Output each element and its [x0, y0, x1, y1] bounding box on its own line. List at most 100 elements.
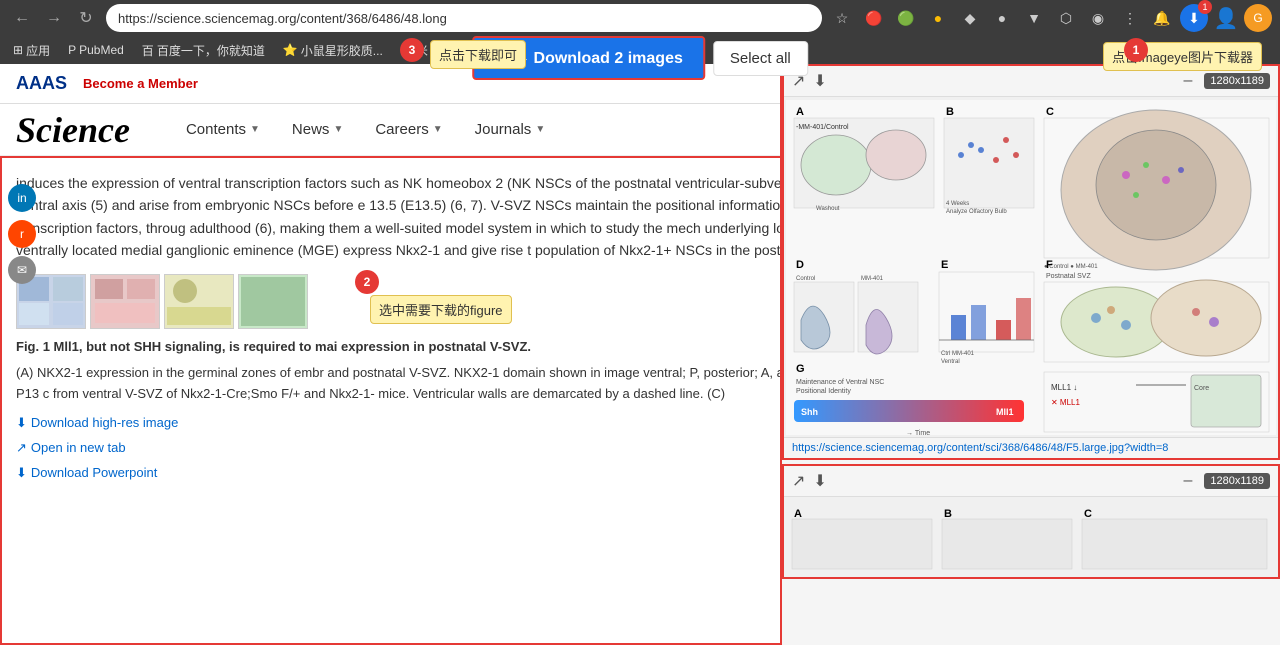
- minimize-button-2[interactable]: –: [1177, 470, 1198, 492]
- image-url-1: https://science.sciencemag.org/content/s…: [784, 437, 1278, 458]
- svg-text:A: A: [794, 508, 802, 520]
- linkedin-icon[interactable]: in: [8, 184, 36, 212]
- minimize-button-1[interactable]: –: [1177, 70, 1198, 92]
- svg-text:Shh: Shh: [801, 407, 818, 417]
- download-button-1[interactable]: ⬇: [813, 71, 826, 91]
- nav-careers[interactable]: Careers ▼: [359, 104, 458, 156]
- nav-journals[interactable]: Journals ▼: [459, 104, 562, 156]
- download-ppt-icon: ⬇: [16, 463, 27, 484]
- browser-toolbar: ← → ↻ https://science.sciencemag.org/con…: [0, 0, 1280, 36]
- image-card-header-2: ↗ ⬇ – 1280x1189: [784, 466, 1278, 497]
- svg-text:MM-401: MM-401: [861, 276, 884, 282]
- thumb-4: [238, 274, 308, 329]
- extension-icon-5[interactable]: ●: [988, 4, 1016, 32]
- svg-text:-MM-401/Control: -MM-401/Control: [796, 124, 849, 131]
- forward-button[interactable]: →: [40, 4, 68, 32]
- download-icon: ⬇: [16, 413, 27, 434]
- svg-text:Ventral: Ventral: [941, 359, 960, 365]
- download-button-2[interactable]: ⬇: [813, 471, 826, 491]
- image-preview-1: A -MM-401/Control Washout B: [784, 97, 1278, 437]
- image-card-1: ↗ ⬇ – 1280x1189 A -MM-401: [782, 64, 1280, 460]
- bookmark-apps[interactable]: ⊞ 应用: [8, 40, 55, 61]
- extension-icon-7[interactable]: ⬡: [1052, 4, 1080, 32]
- aaas-logo: AAAS: [16, 73, 67, 94]
- svg-text:D: D: [796, 259, 804, 271]
- card-1-right: – 1280x1189: [1177, 70, 1270, 92]
- thumb-3: [164, 274, 234, 329]
- svg-text:E: E: [941, 259, 948, 271]
- figure-svg: A -MM-401/Control Washout B: [786, 100, 1276, 435]
- bell-icon[interactable]: 🔔: [1148, 4, 1176, 32]
- imageye-download-icon[interactable]: ⬇: [1180, 4, 1208, 32]
- refresh-button[interactable]: ↻: [72, 4, 100, 32]
- svg-text:4 Weeks: 4 Weeks: [946, 201, 969, 207]
- contents-arrow-icon: ▼: [250, 124, 260, 135]
- reddit-icon[interactable]: r: [8, 220, 36, 248]
- image-size-1: 1280x1189: [1204, 73, 1270, 89]
- image-size-2: 1280x1189: [1204, 473, 1270, 489]
- email-icon[interactable]: ✉: [8, 256, 36, 284]
- svg-text:Ctrl MM-401: Ctrl MM-401: [941, 351, 975, 357]
- extension-icon-8[interactable]: ◉: [1084, 4, 1112, 32]
- menu-icon[interactable]: ⋮: [1116, 4, 1144, 32]
- svg-text:✕ MLL1: ✕ MLL1: [1051, 398, 1080, 407]
- svg-text:A: A: [796, 106, 804, 118]
- external-link-icon: ↗: [16, 438, 27, 459]
- card-2-right: – 1280x1189: [1177, 470, 1270, 492]
- svg-text:Mll1: Mll1: [996, 407, 1014, 417]
- main-area: AAAS Become a Member Science Contents ▼ …: [0, 64, 1280, 645]
- extra-icon[interactable]: G: [1244, 4, 1272, 32]
- bookmark-baidu[interactable]: 百 百度一下，你就知道: [137, 40, 270, 61]
- svg-text:Positional Identity: Positional Identity: [796, 388, 851, 395]
- svg-text:B: B: [946, 106, 954, 118]
- extension-icon-4[interactable]: ◆: [956, 4, 984, 32]
- science-logo: Science: [16, 109, 130, 151]
- toolbar-icons: ☆ 🔴 🟢 ● ◆ ● ▼ ⬡ ◉ ⋮ 🔔 ⬇ 👤 G: [828, 4, 1272, 32]
- extension-icon-1[interactable]: 🔴: [860, 4, 888, 32]
- svg-text:C: C: [1046, 106, 1054, 118]
- click-tooltip: 点击下载即可: [430, 40, 526, 69]
- image-card-2: ↗ ⬇ – 1280x1189 A B C: [782, 464, 1280, 579]
- journals-arrow-icon: ▼: [535, 124, 545, 135]
- news-arrow-icon: ▼: [333, 124, 343, 135]
- badge-1: 1: [1124, 38, 1148, 62]
- svg-text:G: G: [796, 363, 805, 375]
- profile-icon[interactable]: 👤: [1212, 4, 1240, 32]
- svg-text:Control: Control: [796, 276, 815, 282]
- extension-icon-6[interactable]: ▼: [1020, 4, 1048, 32]
- second-figure-svg: A B C: [784, 497, 1274, 577]
- svg-text:F: F: [1046, 259, 1053, 271]
- nav-contents[interactable]: Contents ▼: [170, 104, 276, 156]
- address-bar[interactable]: https://science.sciencemag.org/content/3…: [106, 4, 822, 32]
- svg-text:Core: Core: [1194, 385, 1209, 392]
- svg-text:Washout: Washout: [816, 206, 840, 212]
- careers-arrow-icon: ▼: [433, 124, 443, 135]
- image-download-panel: ↗ ⬇ – 1280x1189 A -MM-401: [780, 64, 1280, 645]
- nav-links: Contents ▼ News ▼ Careers ▼ Journals ▼: [170, 104, 561, 156]
- nav-news[interactable]: News ▼: [276, 104, 359, 156]
- svg-text:B: B: [944, 508, 952, 520]
- svg-text:Analyze Olfactory Bulb: Analyze Olfactory Bulb: [946, 209, 1007, 215]
- thumb-2: [90, 274, 160, 329]
- select-all-button[interactable]: Select all: [713, 41, 808, 76]
- extension-icon-2[interactable]: 🟢: [892, 4, 920, 32]
- svg-text:MLL1 ↓: MLL1 ↓: [1051, 383, 1077, 392]
- extension-icon-3[interactable]: ●: [924, 4, 952, 32]
- svg-text:Postnatal SVZ: Postnatal SVZ: [1046, 273, 1091, 280]
- svg-text:Maintenance of Ventral NSC: Maintenance of Ventral NSC: [796, 379, 884, 386]
- bookmark-mouse[interactable]: ⭐ 小鼠星形胶质...: [278, 40, 388, 61]
- svg-text:C: C: [1084, 508, 1092, 520]
- url-text: https://science.sciencemag.org/content/3…: [118, 11, 447, 26]
- badge-3: 3: [400, 38, 424, 62]
- card-2-actions: ↗ ⬇: [792, 471, 827, 491]
- become-member-link[interactable]: Become a Member: [83, 76, 198, 91]
- image-preview-2: A B C: [784, 497, 1278, 577]
- nav-buttons: ← → ↻: [8, 4, 100, 32]
- social-icons: in r ✉: [8, 184, 36, 284]
- open-external-button-2[interactable]: ↗: [792, 471, 805, 491]
- bookmark-pubmed[interactable]: P PubMed: [63, 41, 129, 59]
- select-tooltip: 选中需要下载的figure: [370, 295, 512, 324]
- star-icon[interactable]: ☆: [828, 4, 856, 32]
- back-button[interactable]: ←: [8, 4, 36, 32]
- badge-2: 2: [355, 270, 379, 294]
